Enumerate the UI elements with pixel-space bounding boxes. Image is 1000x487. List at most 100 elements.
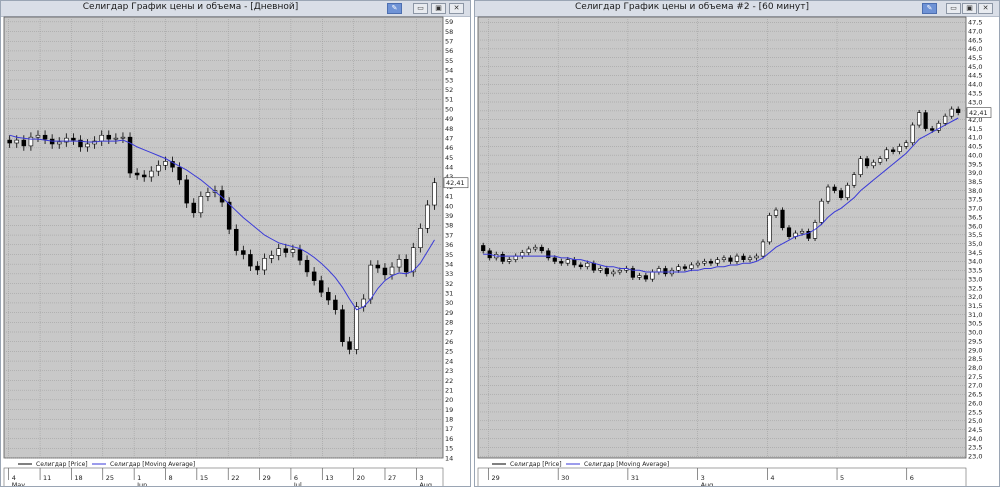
x-tick-label: 4 xyxy=(770,474,774,482)
candle-body xyxy=(375,264,381,269)
y-tick-label: 37,0 xyxy=(968,205,982,213)
candle-body xyxy=(760,241,766,257)
x-tick-label: 20 xyxy=(357,474,365,482)
candle-body xyxy=(56,141,62,145)
candle-body xyxy=(611,271,616,275)
y-tick-label: 45,5 xyxy=(968,54,982,62)
price-chart[interactable]: 1415161718192021222324252627282930313233… xyxy=(1,1,471,487)
candle-body xyxy=(35,134,41,138)
y-tick-label: 25,5 xyxy=(968,408,982,416)
candle-body xyxy=(643,275,648,280)
y-tick-label: 26,0 xyxy=(968,399,982,407)
y-tick-label: 30,0 xyxy=(968,329,982,337)
x-tick-label: 29 xyxy=(263,474,271,482)
y-tick-label: 39,0 xyxy=(968,169,982,177)
candle-body xyxy=(865,158,870,167)
y-tick-label: 43,5 xyxy=(968,89,982,97)
y-tick-label: 51 xyxy=(445,96,453,104)
x-tick-label: 6 xyxy=(910,474,914,482)
candle-body xyxy=(715,259,720,264)
price-badge-text: 42,41 xyxy=(969,109,988,117)
x-tick-label: 11 xyxy=(43,474,51,482)
price-chart[interactable]: 23,023,524,024,525,025,526,026,527,027,5… xyxy=(475,1,1000,487)
y-tick-label: 19 xyxy=(445,406,453,414)
y-tick-label: 32,5 xyxy=(968,284,982,292)
candle-body xyxy=(838,190,844,198)
y-tick-label: 23 xyxy=(445,367,453,375)
y-tick-label: 45 xyxy=(445,154,453,162)
candle-body xyxy=(513,255,518,260)
x-month-label: Aug xyxy=(701,481,714,487)
candle-body xyxy=(650,271,655,280)
x-tick-label: 31 xyxy=(631,474,639,482)
candle-body xyxy=(425,204,430,229)
candle-body xyxy=(819,200,824,223)
candle-body xyxy=(226,201,232,230)
candle-body xyxy=(198,196,204,214)
y-tick-label: 38 xyxy=(445,222,453,230)
x-month-label: Jul xyxy=(293,481,302,487)
y-tick-label: 30,5 xyxy=(968,320,982,328)
x-month-label: Aug xyxy=(419,481,432,487)
x-tick-label: 5 xyxy=(840,474,844,482)
y-tick-label: 31,0 xyxy=(968,311,982,319)
candle-body xyxy=(923,112,928,129)
y-tick-label: 34,5 xyxy=(968,249,982,257)
candle-body xyxy=(134,172,140,176)
x-tick-label: 29 xyxy=(491,474,499,482)
candle-body xyxy=(773,209,779,216)
y-tick-label: 28,0 xyxy=(968,364,982,372)
candle-body xyxy=(598,268,603,271)
legend-price: Селигдар [Price] xyxy=(36,461,88,468)
candle-body xyxy=(113,137,119,140)
candle-body xyxy=(262,258,267,271)
y-tick-label: 47 xyxy=(445,134,453,142)
candle-body xyxy=(283,248,289,253)
candle-body xyxy=(689,264,694,269)
candle-body xyxy=(637,275,642,278)
x-month-label: May xyxy=(12,481,26,487)
candle-body xyxy=(904,142,909,147)
date-axis xyxy=(3,467,444,486)
candle-body xyxy=(767,215,772,243)
y-tick-label: 44 xyxy=(445,164,453,172)
candle-body xyxy=(591,262,596,271)
candle-body xyxy=(507,259,512,262)
candle-body xyxy=(432,182,437,206)
candle-body xyxy=(205,192,211,197)
candle-body xyxy=(949,108,954,117)
candle-body xyxy=(141,174,147,178)
y-tick-label: 29 xyxy=(445,309,453,317)
x-tick-label: 18 xyxy=(74,474,82,482)
candle-body xyxy=(741,255,746,260)
y-tick-label: 50 xyxy=(445,105,453,113)
candle-body xyxy=(917,112,922,126)
candle-body xyxy=(539,246,544,252)
candle-body xyxy=(565,259,570,264)
candle-body xyxy=(276,248,281,256)
y-tick-label: 35 xyxy=(445,251,453,259)
candle-body xyxy=(120,136,126,139)
candle-body xyxy=(845,184,850,198)
y-tick-label: 59 xyxy=(445,18,453,26)
candle-body xyxy=(255,265,260,271)
y-tick-label: 46,0 xyxy=(968,45,982,53)
candle-body xyxy=(500,254,505,262)
y-tick-label: 33,0 xyxy=(968,275,982,283)
candle-body xyxy=(891,149,896,152)
candle-body xyxy=(191,202,197,214)
candle-body xyxy=(897,145,902,152)
plot-area xyxy=(3,16,444,459)
y-tick-label: 24,5 xyxy=(968,426,982,434)
candle-body xyxy=(825,186,831,202)
candle-body xyxy=(734,255,740,262)
y-tick-label: 53 xyxy=(445,76,453,84)
candle-body xyxy=(163,161,168,166)
y-tick-label: 20 xyxy=(445,396,453,404)
y-tick-label: 48 xyxy=(445,125,453,133)
y-tick-label: 29,5 xyxy=(968,337,982,345)
candle-body xyxy=(354,306,359,350)
candle-body xyxy=(546,250,551,259)
y-tick-label: 41,0 xyxy=(968,134,982,142)
candle-body xyxy=(7,139,12,144)
